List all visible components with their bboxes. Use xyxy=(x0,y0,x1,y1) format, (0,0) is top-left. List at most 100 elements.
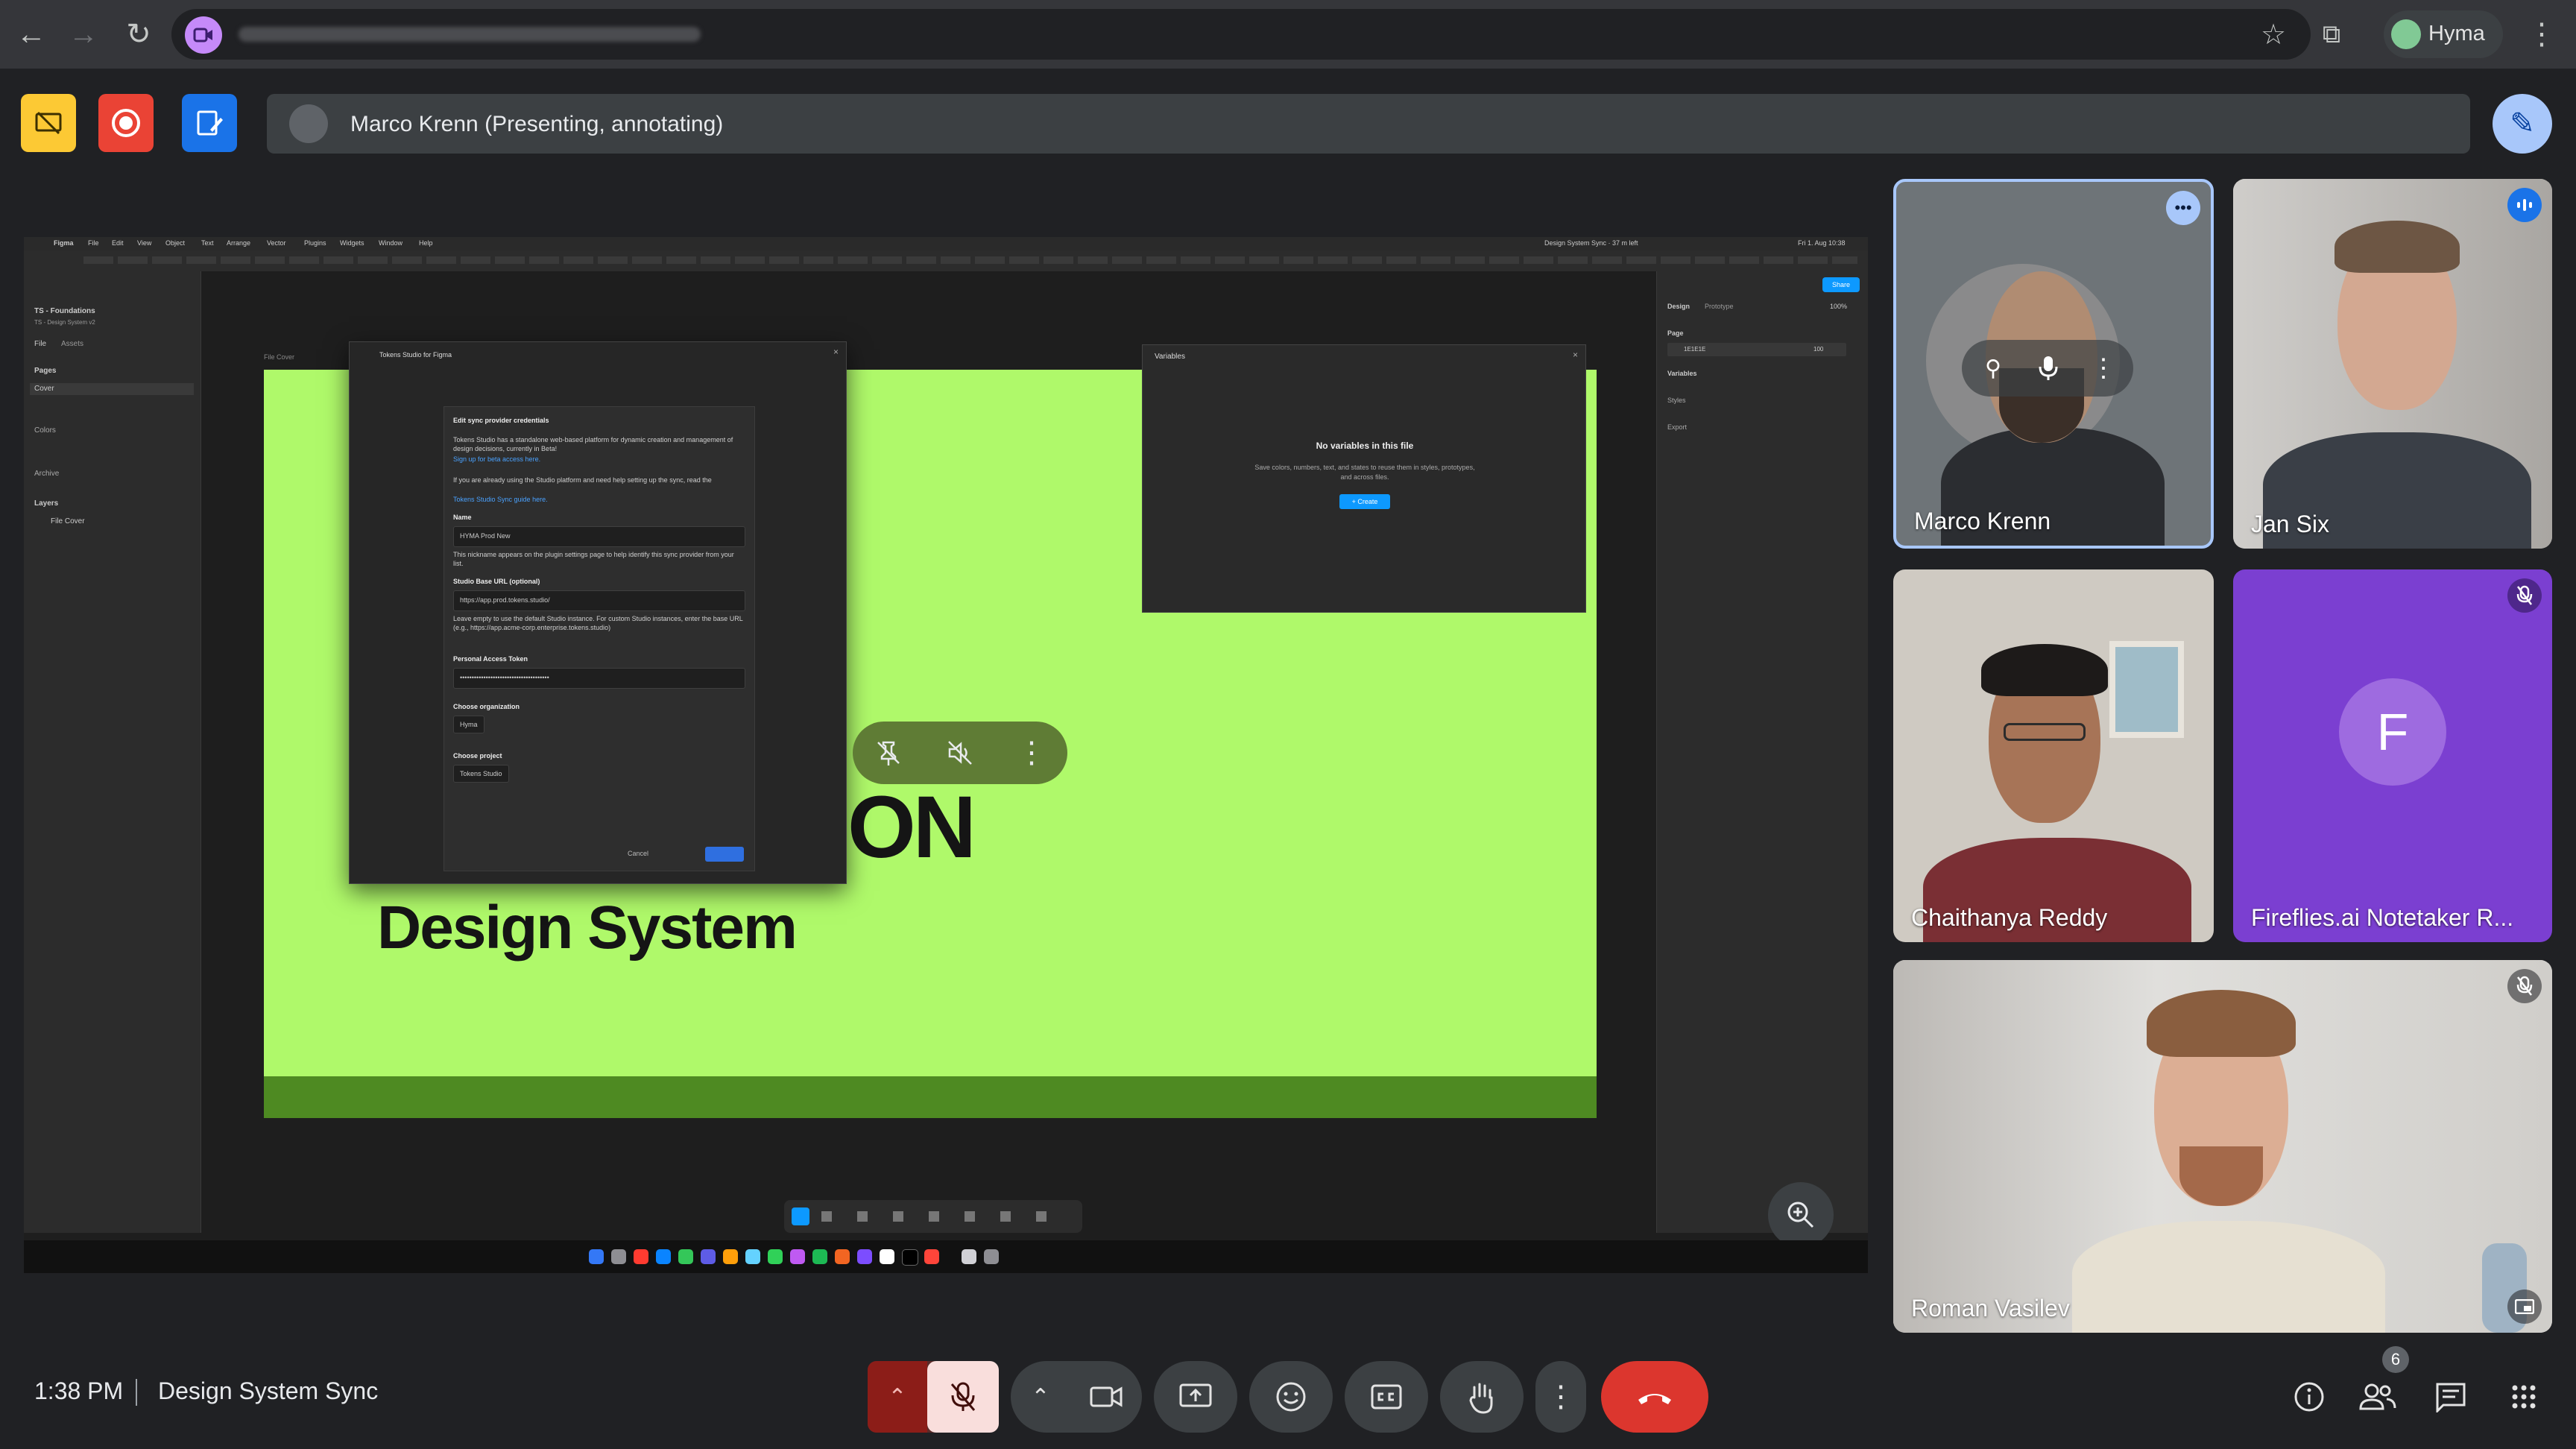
participant-tile-chaithanya[interactable]: Chaithanya Reddy xyxy=(1893,569,2214,942)
dock-app-icon[interactable] xyxy=(962,1249,976,1264)
more-options-button[interactable]: ⋮ xyxy=(1535,1361,1586,1433)
dock-app-icon[interactable] xyxy=(857,1249,872,1264)
page-item[interactable]: Colors xyxy=(34,426,56,435)
dock-app-icon[interactable] xyxy=(634,1249,648,1264)
org-label: Choose organization xyxy=(453,703,520,710)
annotate-button[interactable]: ✎ xyxy=(2493,94,2552,154)
dock-app-icon[interactable] xyxy=(768,1249,783,1264)
stop-sharing-button[interactable] xyxy=(21,94,76,152)
notes-button[interactable] xyxy=(182,94,237,152)
camera-toggle-button[interactable] xyxy=(1070,1361,1142,1433)
token-field[interactable]: •••••••••••••••••••••••••••••••••••••• xyxy=(453,668,745,689)
layers-label: Layers xyxy=(34,499,59,508)
dock-app-icon[interactable] xyxy=(589,1249,604,1264)
variables-empty-title: No variables in this file xyxy=(1316,441,1414,451)
mic-toggle-button[interactable] xyxy=(927,1361,999,1433)
page-item[interactable]: Archive xyxy=(34,470,59,478)
dock-app-icon[interactable] xyxy=(924,1249,939,1264)
reactions-button[interactable] xyxy=(1249,1361,1333,1433)
dock-app-icon[interactable] xyxy=(902,1249,918,1266)
close-icon[interactable]: × xyxy=(833,347,839,357)
dock-app-icon[interactable] xyxy=(701,1249,716,1264)
project-select[interactable]: Tokens Studio xyxy=(453,765,509,783)
captions-button[interactable] xyxy=(1345,1361,1428,1433)
tab-assets[interactable]: Assets xyxy=(61,340,83,348)
page-color-field[interactable]: 1E1E1E 100 xyxy=(1667,343,1846,356)
close-icon[interactable]: × xyxy=(1573,350,1578,360)
glasses xyxy=(2004,723,2086,741)
zoom-level[interactable]: 100% xyxy=(1830,303,1847,310)
zoom-in-button[interactable] xyxy=(1768,1182,1834,1248)
mac-dock xyxy=(24,1240,1868,1273)
figma-left-panel: TS - Foundations TS - Design System v2 F… xyxy=(24,271,201,1233)
dock-app-icon[interactable] xyxy=(812,1249,827,1264)
cancel-button[interactable]: Cancel xyxy=(628,850,648,857)
meeting-details-button[interactable] xyxy=(2281,1368,2337,1425)
tab-prototype[interactable]: Prototype xyxy=(1705,303,1734,310)
video-options-button[interactable]: ⌃ xyxy=(1011,1361,1070,1433)
share-button[interactable]: Share xyxy=(1822,277,1860,292)
dock-app-icon[interactable] xyxy=(745,1249,760,1264)
participant-tile-marco[interactable]: ⚲ ⋮ ••• Marco Krenn xyxy=(1893,179,2214,549)
figma-tools[interactable] xyxy=(821,1211,1067,1222)
puzzle-icon[interactable]: ⧉ xyxy=(2309,12,2354,57)
save-button[interactable] xyxy=(705,847,744,862)
move-tool-icon[interactable] xyxy=(792,1208,809,1225)
audio-options-button[interactable]: ⌃ xyxy=(868,1361,927,1433)
beta-link[interactable]: Sign up for beta access here. xyxy=(453,455,744,464)
screen-share-off-icon xyxy=(35,111,62,135)
dock-app-icon[interactable] xyxy=(880,1249,894,1264)
dock-app-icon[interactable] xyxy=(656,1249,671,1264)
unpin-icon[interactable] xyxy=(868,732,909,774)
raise-hand-button[interactable] xyxy=(1440,1361,1524,1433)
participant-name: Roman Vasilev xyxy=(1911,1295,2070,1322)
star-icon[interactable]: ☆ xyxy=(2251,12,2296,57)
create-variable-button[interactable]: + Create xyxy=(1339,494,1390,509)
more-options-icon[interactable]: ⋮ xyxy=(1011,732,1052,774)
org-select[interactable]: Hyma xyxy=(453,716,484,733)
page-item[interactable]: Cover xyxy=(34,385,54,393)
dock-app-icon[interactable] xyxy=(678,1249,693,1264)
dock-app-icon[interactable] xyxy=(984,1249,999,1264)
dock-app-icon[interactable] xyxy=(611,1249,626,1264)
participant-tile-jan[interactable]: Jan Six xyxy=(2233,179,2552,549)
chat-button[interactable] xyxy=(2422,1368,2479,1425)
dock-app-icon[interactable] xyxy=(790,1249,805,1264)
layer-item[interactable]: File Cover xyxy=(51,517,85,525)
url-text-blurred xyxy=(239,27,701,42)
hair xyxy=(1981,644,2108,696)
more-options-icon[interactable]: ⋮ xyxy=(2083,347,2124,389)
chat-icon xyxy=(2436,1383,2466,1412)
reload-icon[interactable]: ↻ xyxy=(116,12,161,57)
kebab-icon[interactable]: ⋮ xyxy=(2519,12,2564,57)
participant-tile-roman[interactable]: Roman Vasilev xyxy=(1893,960,2552,1333)
participant-tile-fireflies[interactable]: F Fireflies.ai Notetaker R... xyxy=(2233,569,2552,942)
avatar-letter: F xyxy=(2339,678,2446,786)
forward-icon[interactable]: → xyxy=(61,12,106,57)
mute-audio-icon[interactable] xyxy=(939,732,981,774)
leave-call-button[interactable] xyxy=(1601,1361,1708,1433)
hair xyxy=(2147,990,2296,1057)
dock-app-icon[interactable] xyxy=(835,1249,850,1264)
shared-screen: Figma File Edit View Object Text Arrange… xyxy=(24,237,1868,1273)
section-variables[interactable]: Variables xyxy=(1667,370,1697,377)
pip-icon[interactable] xyxy=(2507,1289,2542,1324)
url-field[interactable]: https://app.prod.tokens.studio/ xyxy=(453,590,745,611)
pin-icon[interactable]: ⚲ xyxy=(1972,347,2014,389)
section-styles[interactable]: Styles xyxy=(1667,397,1686,404)
section-export[interactable]: Export xyxy=(1667,423,1687,431)
address-bar[interactable]: ☆ xyxy=(171,9,2311,60)
people-button[interactable] xyxy=(2349,1368,2406,1425)
dock-app-icon[interactable] xyxy=(723,1249,738,1264)
tab-file[interactable]: File xyxy=(34,340,46,348)
present-button[interactable] xyxy=(1154,1361,1237,1433)
page-selected-bg xyxy=(30,383,194,395)
tab-design[interactable]: Design xyxy=(1667,303,1690,310)
activities-button[interactable] xyxy=(2496,1368,2552,1425)
mic-icon[interactable] xyxy=(2027,347,2069,389)
profile-chip[interactable]: Hyma xyxy=(2384,10,2503,58)
name-field[interactable]: HYMA Prod New xyxy=(453,526,745,547)
recording-button[interactable] xyxy=(98,94,154,152)
sync-guide-link[interactable]: Tokens Studio Sync guide here. xyxy=(453,495,744,504)
back-icon[interactable]: ← xyxy=(9,12,54,57)
